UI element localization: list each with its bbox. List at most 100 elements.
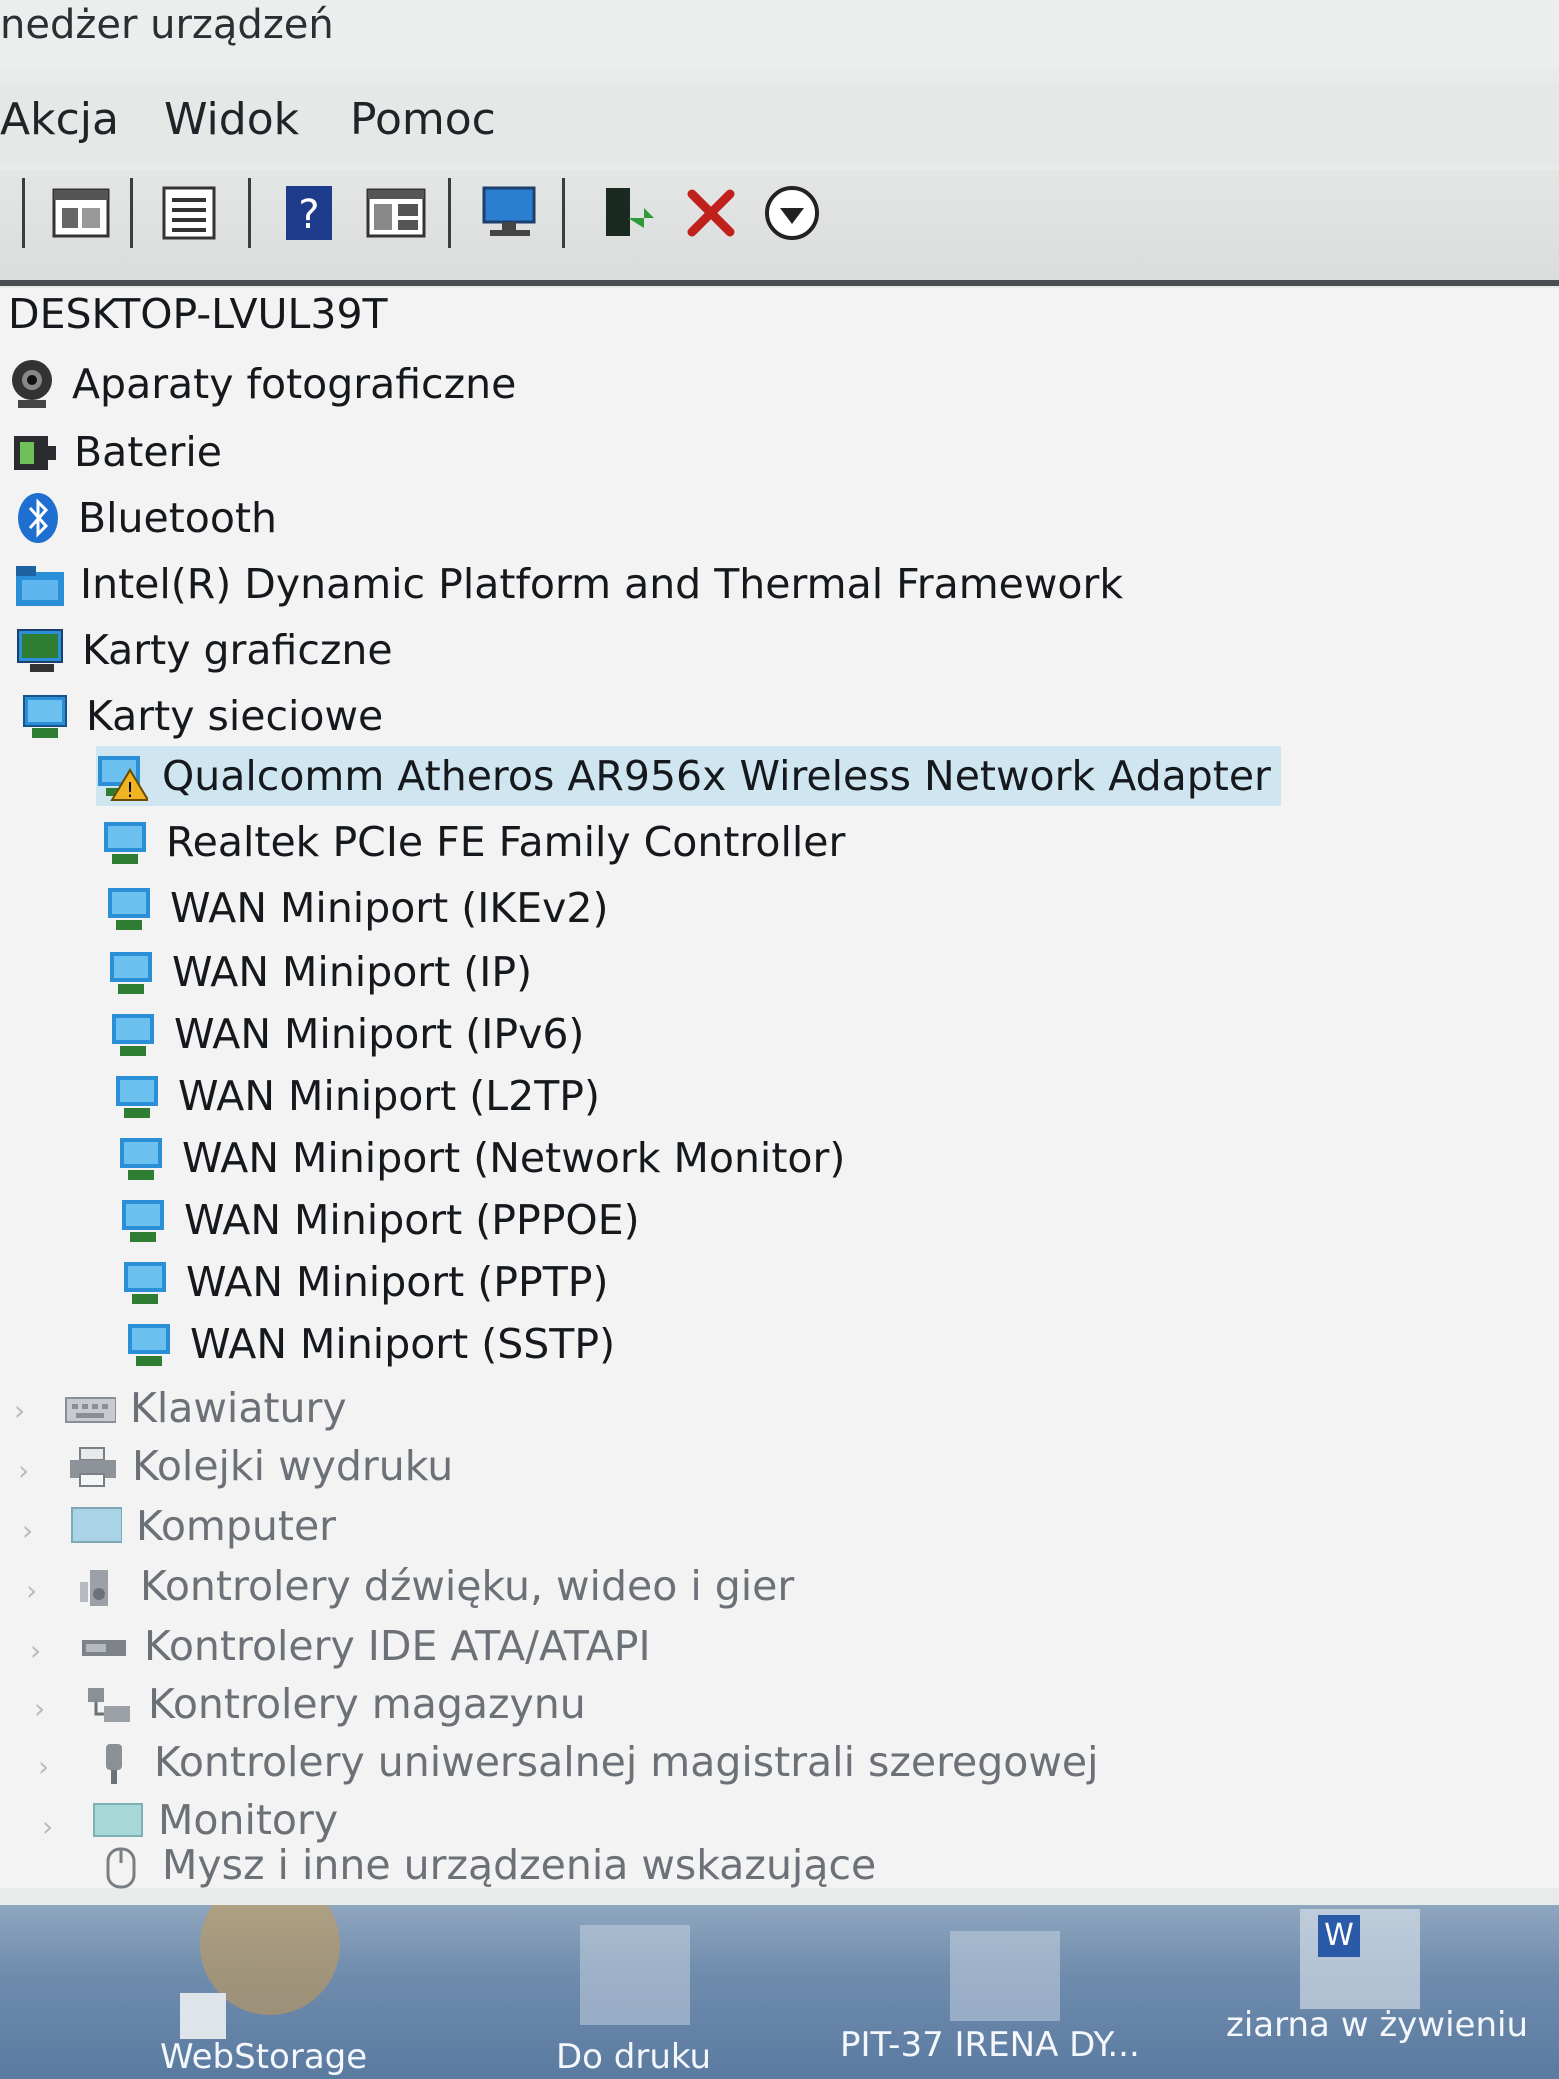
camera-icon <box>6 358 58 410</box>
tree-root[interactable]: DESKTOP-LVUL39T <box>8 284 388 344</box>
menu-item-widok[interactable]: Widok <box>164 94 299 145</box>
network-adapter-icon <box>118 1194 170 1246</box>
window-title: nedżer urządzeń <box>0 2 334 48</box>
device-label: WAN Miniport (PPTP) <box>186 1258 609 1306</box>
device-wan-network-monitor[interactable]: WAN Miniport (Network Monitor) <box>116 1128 845 1188</box>
usb-icon <box>88 1736 140 1788</box>
network-adapter-icon <box>120 1256 172 1308</box>
expand-chevron-icon[interactable]: › <box>34 1692 45 1725</box>
category-intel-dptf[interactable]: Intel(R) Dynamic Platform and Thermal Fr… <box>14 554 1123 614</box>
category-label: Kontrolery dźwięku, wideo i gier <box>140 1562 795 1610</box>
category-komputer[interactable]: Komputer <box>70 1496 336 1556</box>
toolbar-separator <box>22 178 25 248</box>
display-adapter-icon <box>16 624 68 676</box>
device-wan-sstp[interactable]: WAN Miniport (SSTP) <box>124 1314 615 1374</box>
monitor-scan-icon[interactable] <box>480 184 540 242</box>
ide-controller-icon <box>78 1620 130 1672</box>
title-bar: nedżer urządzeń <box>0 0 1559 70</box>
desktop-shortcut-pit37[interactable]: PIT-37 IRENA DY... <box>840 2025 1140 2065</box>
device-wan-l2tp[interactable]: WAN Miniport (L2TP) <box>112 1066 600 1126</box>
monitor-icon <box>92 1794 144 1846</box>
toolbar-separator <box>248 178 251 248</box>
svg-text:?: ? <box>298 192 319 238</box>
category-klawiatury[interactable]: Klawiatury <box>64 1378 347 1438</box>
device-label: WAN Miniport (IP) <box>172 948 533 996</box>
category-aparaty[interactable]: Aparaty fotograficzne <box>6 354 516 414</box>
category-label: Kontrolery IDE ATA/ATAPI <box>144 1622 651 1670</box>
battery-icon <box>8 426 60 478</box>
expand-chevron-icon[interactable]: › <box>38 1750 49 1783</box>
desktop-shortcut-ziarna[interactable]: ziarna w żywieniu <box>1226 2005 1528 2045</box>
keyboard-icon <box>64 1382 117 1434</box>
taskbar: W WebStorage Do druku PIT-37 IRENA DY...… <box>0 1905 1559 2079</box>
category-label: Komputer <box>136 1502 337 1550</box>
category-kontrolery-magazynu[interactable]: Kontrolery magazynu <box>82 1674 586 1734</box>
properties-window-icon[interactable] <box>52 184 112 242</box>
device-wan-ip[interactable]: WAN Miniport (IP) <box>106 942 532 1002</box>
category-bluetooth[interactable]: Bluetooth <box>12 488 277 548</box>
details-list-icon[interactable] <box>160 184 220 242</box>
desktop-shortcut-do-druku[interactable]: Do druku <box>556 2037 711 2077</box>
view-icon[interactable] <box>366 184 426 242</box>
svg-text:!: ! <box>126 778 134 802</box>
toolbar-separator <box>562 178 565 248</box>
category-label: Bluetooth <box>78 494 278 542</box>
word-document-icon[interactable]: W <box>1318 1915 1360 1957</box>
network-adapter-icon <box>108 1008 160 1060</box>
network-adapter-icon <box>116 1132 168 1184</box>
download-update-icon[interactable] <box>762 184 822 242</box>
category-karty-sieciowe[interactable]: Karty sieciowe <box>20 686 383 746</box>
device-realtek[interactable]: Realtek PCIe FE Family Controller <box>100 812 845 872</box>
bluetooth-icon <box>12 492 64 544</box>
device-wan-ipv6[interactable]: WAN Miniport (IPv6) <box>108 1004 584 1064</box>
menu-item-akcja[interactable]: Akcja <box>0 94 119 145</box>
category-label: Aparaty fotograficzne <box>72 360 517 408</box>
device-wan-ikev2[interactable]: WAN Miniport (IKEv2) <box>104 878 609 938</box>
device-qualcomm-atheros[interactable]: ! Qualcomm Atheros AR956x Wireless Netwo… <box>96 746 1281 806</box>
category-baterie[interactable]: Baterie <box>8 422 222 482</box>
menu-item-pomoc[interactable]: Pomoc <box>350 94 496 145</box>
category-label: Klawiatury <box>130 1384 347 1432</box>
uninstall-x-icon[interactable] <box>682 184 742 242</box>
category-kontrolery-dzwieku[interactable]: Kontrolery dźwięku, wideo i gier <box>74 1556 794 1616</box>
category-label: Intel(R) Dynamic Platform and Thermal Fr… <box>80 560 1124 608</box>
category-label: Karty graficzne <box>82 626 393 674</box>
category-label: Kontrolery magazynu <box>148 1680 586 1728</box>
network-warning-icon: ! <box>96 750 150 802</box>
device-label: Realtek PCIe FE Family Controller <box>166 818 846 866</box>
device-wan-pppoe[interactable]: WAN Miniport (PPPOE) <box>118 1190 640 1250</box>
expand-chevron-icon[interactable]: › <box>18 1454 29 1487</box>
toolbar-separator <box>130 178 133 248</box>
network-adapter-icon <box>124 1318 176 1370</box>
expand-chevron-icon[interactable]: › <box>26 1574 37 1607</box>
add-driver-icon[interactable] <box>600 184 660 242</box>
computer-name: DESKTOP-LVUL39T <box>8 290 388 338</box>
category-mysz[interactable]: Mysz i inne urządzenia wskazujące <box>96 1840 876 1890</box>
speaker-icon <box>74 1560 126 1612</box>
help-icon[interactable]: ? <box>282 184 342 242</box>
mouse-icon <box>96 1840 148 1890</box>
category-karty-graficzne[interactable]: Karty graficzne <box>16 620 393 680</box>
toolbar-separator <box>448 178 451 248</box>
category-label: Kontrolery uniwersalnej magistrali szere… <box>154 1738 1099 1786</box>
network-adapter-icon <box>106 946 158 998</box>
network-adapter-icon <box>112 1070 164 1122</box>
expand-chevron-icon[interactable]: › <box>30 1634 41 1667</box>
device-label: WAN Miniport (SSTP) <box>190 1320 616 1368</box>
category-label: Mysz i inne urządzenia wskazujące <box>162 1841 877 1889</box>
category-label: Baterie <box>74 428 223 476</box>
category-kontrolery-usb[interactable]: Kontrolery uniwersalnej magistrali szere… <box>88 1732 1099 1792</box>
category-label: Kolejki wydruku <box>132 1442 454 1490</box>
printer-icon <box>66 1440 118 1492</box>
expand-chevron-icon[interactable]: › <box>42 1810 53 1843</box>
device-label: WAN Miniport (Network Monitor) <box>182 1134 846 1182</box>
category-kolejki-wydruku[interactable]: Kolejki wydruku <box>66 1436 453 1496</box>
device-label: WAN Miniport (IPv6) <box>174 1010 585 1058</box>
category-kontrolery-ide[interactable]: Kontrolery IDE ATA/ATAPI <box>78 1616 651 1676</box>
shortcut-icon[interactable] <box>180 1993 226 2039</box>
expand-chevron-icon[interactable]: › <box>14 1394 25 1427</box>
device-label: WAN Miniport (PPPOE) <box>184 1196 640 1244</box>
device-wan-pptp[interactable]: WAN Miniport (PPTP) <box>120 1252 608 1312</box>
expand-chevron-icon[interactable]: › <box>22 1514 33 1547</box>
desktop-shortcut-webstorage[interactable]: WebStorage <box>160 2037 367 2077</box>
